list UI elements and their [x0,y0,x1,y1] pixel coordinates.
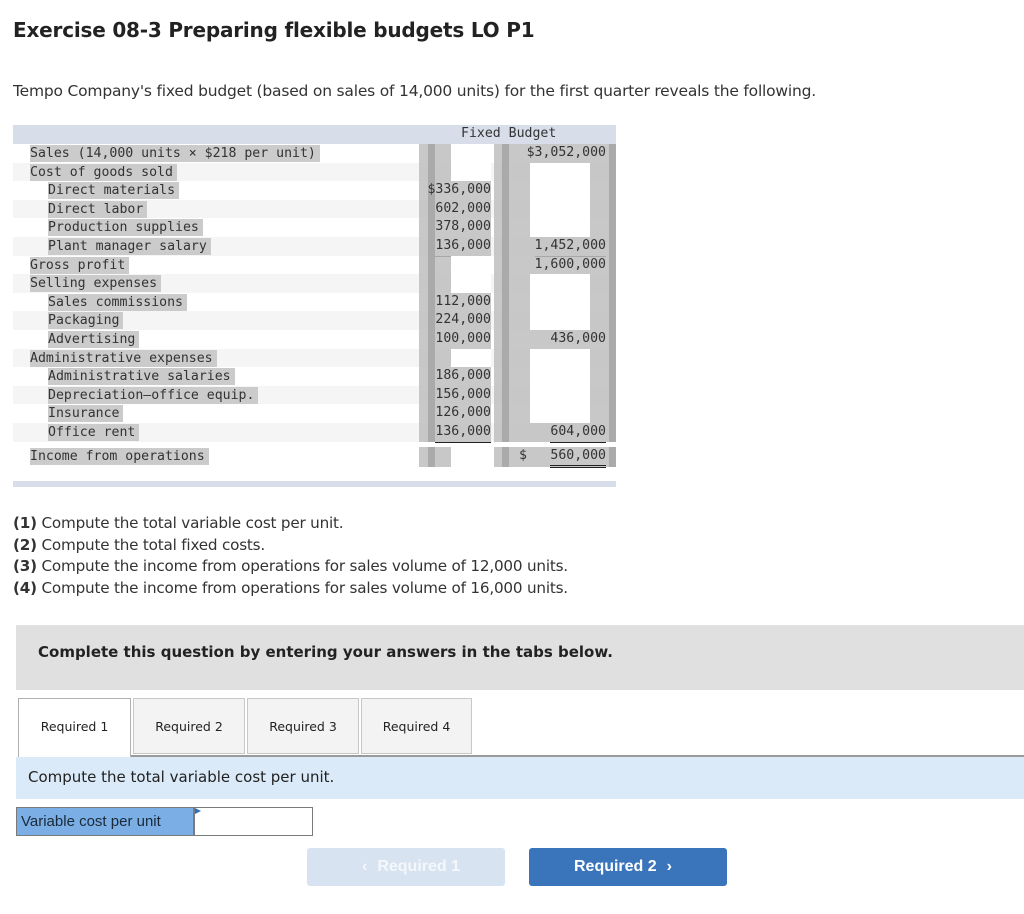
row-total-value: $3,052,000 [526,145,606,160]
budget-row: Selling expenses [13,274,616,293]
budget-row: Office rent 136,000 604,000 [13,422,616,443]
next-label: Required 2 [573,858,657,875]
row-label: Plant manager salary [48,237,211,255]
instruction-banner: Complete this question by entering your … [16,625,1024,690]
row-label: Direct materials [48,182,180,200]
row-label: Administrative salaries [48,368,235,386]
tab-required-4[interactable]: Required 4 [361,698,472,754]
budget-row: Plant manager salary 136,000 1,452,000 [13,236,616,257]
budget-row: Production supplies 378,000 [13,218,616,237]
budget-row: Packaging 224,000 [13,311,616,330]
variable-cost-per-unit-input[interactable] [195,808,312,835]
tab-required-2[interactable]: Required 2 [133,698,245,754]
total-currency: $ [519,447,527,463]
row-detail-value: 126,000 [435,405,491,421]
chevron-right-icon: › [666,858,672,875]
row-label: Gross profit [30,256,130,274]
row-detail-value: 136,000 [435,237,491,257]
row-label: Insurance [48,405,124,423]
requirement-item: (4) Compute the income from operations f… [13,578,568,597]
budget-row: Sales commissions 112,000 [13,292,616,312]
row-total-value: 1,600,000 [534,256,606,272]
budget-row: Administrative expenses [13,348,616,368]
prev-required-button[interactable]: ‹ Required 1 [307,848,505,886]
requirement-tabs: Required 1 Required 2 Required 3 Require… [18,698,1024,757]
chevron-left-icon: ‹ [361,858,368,875]
requirement-item: (1) Compute the total variable cost per … [13,514,344,532]
budget-rows: Sales (14,000 units × $218 per unit) $3,0… [13,144,616,443]
exercise-title: Exercise 08-3 Preparing flexible budgets… [13,18,535,42]
input-marker-icon [195,808,201,814]
row-label: Production supplies [48,219,203,237]
budget-row: Sales (14,000 units × $218 per unit) $3,0… [13,144,616,163]
row-detail-value: 112,000 [435,293,491,309]
budget-header: Fixed Budget [13,125,616,144]
row-detail-value: 186,000 [435,368,491,384]
budget-row: Depreciation—office equip. 156,000 [13,385,616,405]
budget-row: Insurance 126,000 [13,404,616,423]
row-detail-value: $336,000 [427,182,491,198]
row-total-value: 436,000 [550,330,606,346]
budget-row: Cost of goods sold [13,162,616,182]
budget-row: Administrative salaries 186,000 [13,367,616,386]
row-detail-value: 602,000 [435,200,491,216]
requirement-item: (2) Compute the total fixed costs. [13,535,266,554]
row-label: Sales commissions [48,293,187,311]
row-label: Advertising [48,330,140,348]
row-label: Selling expenses [30,275,162,293]
fixed-budget-table: Fixed Budget Sales (14,000 units × $218 … [13,125,616,487]
row-detail-value: 156,000 [435,386,491,402]
question-prompt: Compute the total variable cost per unit… [16,757,1024,799]
intro-text: Tempo Company's fixed budget (based on s… [13,82,817,100]
row-label: Administrative expenses [30,349,217,367]
budget-total-row: Income from operations $ 560,000 [13,446,616,469]
row-total-value: 1,452,000 [534,237,606,257]
budget-row: Direct labor 602,000 [13,199,616,219]
row-detail-value: 378,000 [435,219,491,235]
budget-row: Advertising 100,000 436,000 [13,329,616,350]
prompt-text: Compute the total variable cost per unit… [28,768,335,786]
row-label: Sales (14,000 units × $218 per unit) [30,145,320,162]
tab-required-1[interactable]: Required 1 [18,698,131,757]
answer-label: Variable cost per unit [17,808,195,835]
total-value: 560,000 [550,447,606,469]
requirements-list: (1) Compute the total variable cost per … [13,513,568,599]
budget-footer [13,480,616,487]
row-label: Office rent [48,423,140,441]
prev-label: Required 1 [377,858,460,875]
total-label: Income from operations [30,447,209,465]
row-detail-value: 224,000 [435,312,491,328]
banner-text: Complete this question by entering your … [38,643,613,661]
row-label: Direct labor [48,200,148,218]
requirement-item: (3) Compute the income from operations f… [13,557,568,575]
budget-row: Gross profit 1,600,000 [13,255,616,275]
row-label: Cost of goods sold [30,163,177,181]
row-detail-value: 136,000 [435,423,491,443]
tab-required-3[interactable]: Required 3 [247,698,359,754]
row-label: Depreciation—office equip. [48,386,259,404]
row-detail-value: 100,000 [435,330,491,350]
row-label: Packaging [48,312,124,330]
budget-header-label: Fixed Budget [461,126,557,141]
row-total-value: 604,000 [550,423,606,443]
answer-row: Variable cost per unit [16,807,313,836]
budget-row: Direct materials $336,000 [13,181,616,200]
next-required-button[interactable]: Required 2 › [529,848,727,886]
